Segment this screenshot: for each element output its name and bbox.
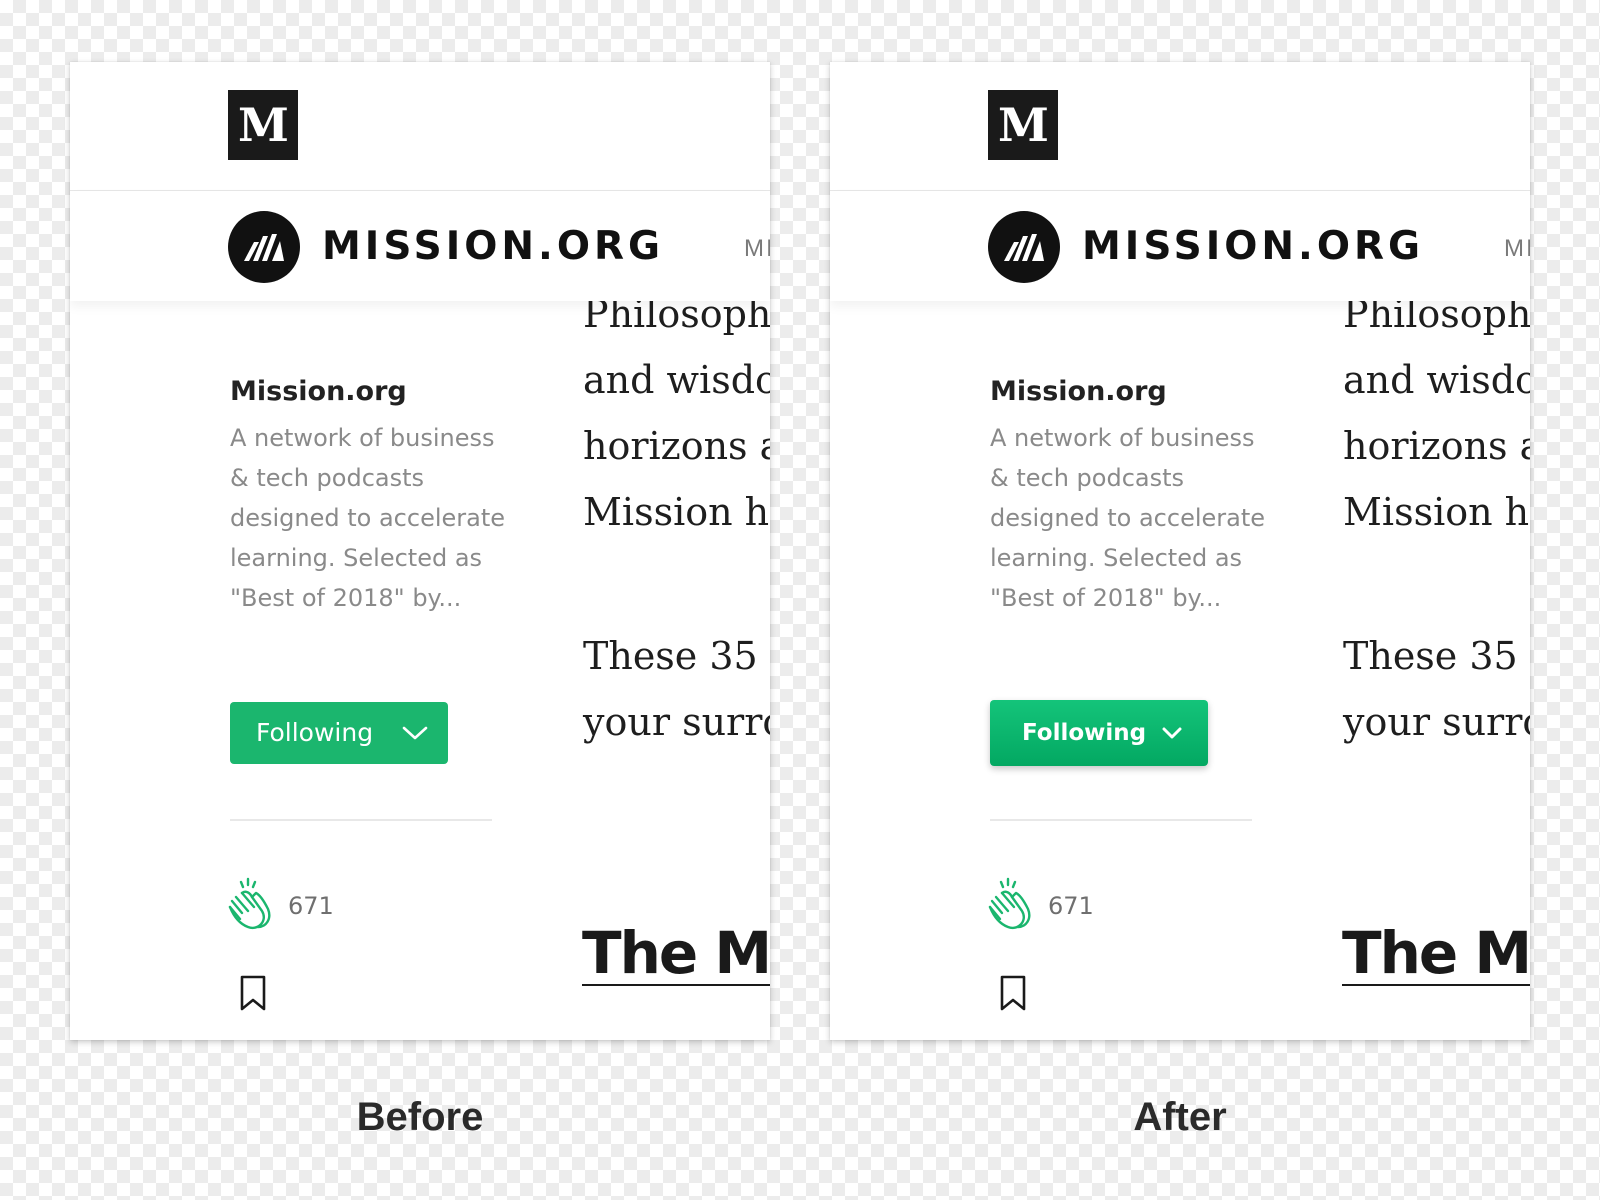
article-text-line: horizons ar: [583, 424, 770, 468]
article-text-line: Mission ha: [1343, 490, 1530, 534]
publication-nav-item[interactable]: MI: [1504, 235, 1530, 263]
after-caption: After: [1133, 1095, 1227, 1139]
following-button[interactable]: Following: [990, 700, 1208, 766]
following-button[interactable]: Following: [230, 702, 448, 764]
publication-name[interactable]: Mission.org: [990, 376, 1167, 407]
article-text-line: These 35 s: [1343, 634, 1530, 678]
chevron-down-icon: [1162, 727, 1182, 739]
medium-logo[interactable]: M: [228, 90, 298, 160]
article-headline[interactable]: The Mis: [582, 922, 770, 986]
bookmark-icon[interactable]: [998, 974, 1028, 1012]
mission-logo-icon[interactable]: [988, 211, 1060, 283]
divider: [990, 819, 1252, 821]
clap-count: 671: [1048, 892, 1094, 920]
article-text-line: These 35 s: [583, 634, 770, 678]
publication-header: MISSION.ORG MI: [830, 191, 1530, 301]
publication-header: MISSION.ORG MI: [70, 191, 770, 301]
divider: [230, 819, 492, 821]
bookmark-icon[interactable]: [238, 974, 268, 1012]
publication-wordmark[interactable]: MISSION.ORG: [322, 223, 664, 271]
following-button-label: Following: [256, 718, 374, 747]
mission-logo-icon[interactable]: [228, 211, 300, 283]
article-text-line: and wisdor: [1343, 358, 1530, 402]
publication-description: A network of business & tech podcasts de…: [230, 424, 506, 612]
article-headline[interactable]: The Mis: [1342, 922, 1530, 986]
article-text-line: your surro: [583, 700, 770, 744]
before-screenshot: M MISSION.ORG MI Philosophy and wisdor h…: [70, 62, 770, 1040]
chevron-down-icon: [402, 726, 428, 740]
site-header: M: [830, 62, 1530, 191]
site-header: M: [70, 62, 770, 191]
clap-count: 671: [288, 892, 334, 920]
clap-icon[interactable]: [982, 877, 1034, 931]
publication-nav-item[interactable]: MI: [744, 235, 770, 263]
article-text-line: horizons ar: [1343, 424, 1530, 468]
following-button-label: Following: [1022, 720, 1147, 746]
clap-icon[interactable]: [222, 877, 274, 931]
publication-wordmark[interactable]: MISSION.ORG: [1082, 223, 1424, 271]
article-text-line: and wisdor: [583, 358, 770, 402]
after-screenshot: M MISSION.ORG MI Philosophy and wisdor h…: [830, 62, 1530, 1040]
medium-logo[interactable]: M: [988, 90, 1058, 160]
article-text-line: Mission ha: [583, 490, 770, 534]
publication-description: A network of business & tech podcasts de…: [990, 424, 1266, 612]
before-caption: Before: [356, 1095, 484, 1139]
article-text-line: your surro: [1343, 700, 1530, 744]
publication-name[interactable]: Mission.org: [230, 376, 407, 407]
